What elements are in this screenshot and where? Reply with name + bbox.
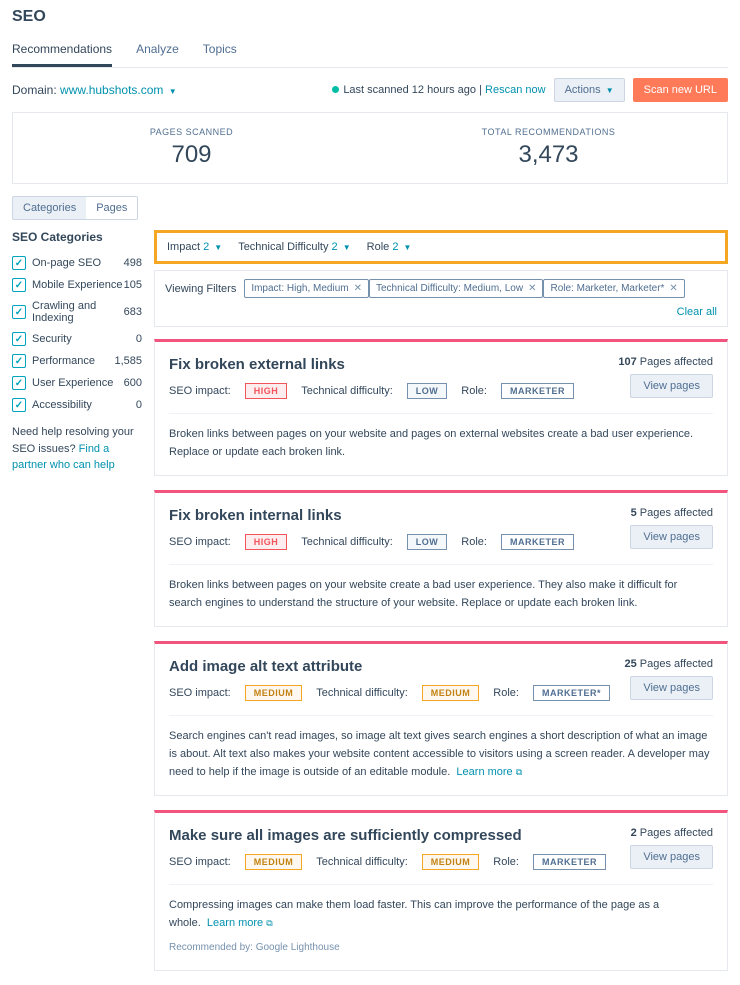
sidebar-item[interactable]: On-page SEO498 bbox=[12, 252, 142, 274]
sidebar-item[interactable]: Security0 bbox=[12, 328, 142, 350]
filter-chip: Technical Difficulty: Medium, Low ✕ bbox=[369, 279, 544, 298]
pages-affected: 25 Pages affected bbox=[625, 658, 714, 670]
filter-chip: Role: Marketer, Marketer* ✕ bbox=[543, 279, 684, 298]
sidebar-item[interactable]: Performance1,585 bbox=[12, 350, 142, 372]
view-pages-button[interactable]: View pages bbox=[630, 845, 713, 869]
recommended-by: Recommended by: Google Lighthouse bbox=[169, 940, 713, 956]
rec-description: Broken links between pages on your websi… bbox=[169, 413, 713, 461]
viewing-filters: Viewing Filters Impact: High, Medium ✕Te… bbox=[154, 270, 728, 327]
impact-badge: HIGH bbox=[245, 534, 288, 550]
checkbox-icon[interactable] bbox=[12, 278, 26, 292]
scan-status: Last scanned 12 hours ago | Rescan now bbox=[332, 84, 545, 96]
recommendation-card: Fix broken external links SEO impact: HI… bbox=[154, 339, 728, 476]
close-icon[interactable]: ✕ bbox=[354, 283, 362, 294]
filter-chip: Impact: High, Medium ✕ bbox=[244, 279, 369, 298]
filter-dropdown[interactable]: Role 2 ▼ bbox=[367, 241, 412, 253]
sidebar-help: Need help resolving your SEO issues? Fin… bbox=[12, 424, 142, 474]
rec-description: Search engines can't read images, so ima… bbox=[169, 715, 713, 781]
rec-description: Broken links between pages on your websi… bbox=[169, 564, 713, 612]
scan-new-url-button[interactable]: Scan new URL bbox=[633, 78, 728, 102]
pages-affected: 5 Pages affected bbox=[630, 507, 713, 519]
clear-all-link[interactable]: Clear all bbox=[677, 306, 717, 318]
chevron-down-icon: ▼ bbox=[404, 243, 412, 252]
impact-badge: HIGH bbox=[245, 383, 288, 399]
sidebar-item[interactable]: User Experience600 bbox=[12, 372, 142, 394]
toggle-pages[interactable]: Pages bbox=[86, 197, 137, 219]
view-pages-button[interactable]: View pages bbox=[630, 676, 713, 700]
close-icon[interactable]: ✕ bbox=[528, 283, 536, 294]
checkbox-icon[interactable] bbox=[12, 305, 26, 319]
pages-affected: 2 Pages affected bbox=[630, 827, 713, 839]
recommendation-card: Add image alt text attribute SEO impact:… bbox=[154, 641, 728, 796]
tab-topics[interactable]: Topics bbox=[203, 34, 237, 67]
total-recs-value: 3,473 bbox=[384, 141, 713, 169]
tab-recommendations[interactable]: Recommendations bbox=[12, 34, 112, 67]
chevron-down-icon: ▼ bbox=[606, 86, 614, 95]
view-toggle: Categories Pages bbox=[12, 196, 138, 220]
learn-more-link[interactable]: Learn more ⧉ bbox=[456, 766, 522, 778]
chevron-down-icon: ▼ bbox=[343, 243, 351, 252]
filter-dropdowns: Impact 2 ▼ Technical Difficulty 2 ▼ Role 2… bbox=[154, 230, 728, 264]
pages-scanned-value: 709 bbox=[27, 141, 356, 169]
view-pages-button[interactable]: View pages bbox=[630, 374, 713, 398]
status-dot-icon bbox=[332, 86, 339, 93]
page-title: SEO bbox=[12, 8, 728, 26]
difficulty-badge: MEDIUM bbox=[422, 685, 480, 701]
checkbox-icon[interactable] bbox=[12, 376, 26, 390]
chevron-down-icon: ▼ bbox=[169, 87, 177, 96]
rec-description: Compressing images can make them load fa… bbox=[169, 884, 713, 956]
domain-selector[interactable]: Domain: www.hubshots.com ▼ bbox=[12, 83, 177, 97]
rec-title: Add image alt text attribute bbox=[169, 658, 610, 675]
sidebar-title: SEO Categories bbox=[12, 230, 142, 244]
checkbox-icon[interactable] bbox=[12, 332, 26, 346]
chevron-down-icon: ▼ bbox=[214, 243, 222, 252]
external-link-icon: ⧉ bbox=[266, 918, 272, 928]
role-badge: MARKETER* bbox=[533, 685, 610, 701]
total-recs-label: TOTAL RECOMMENDATIONS bbox=[384, 127, 713, 137]
stats-panel: PAGES SCANNED 709 TOTAL RECOMMENDATIONS … bbox=[12, 112, 728, 184]
sidebar-item[interactable]: Accessibility0 bbox=[12, 394, 142, 416]
rec-title: Make sure all images are sufficiently co… bbox=[169, 827, 606, 844]
checkbox-icon[interactable] bbox=[12, 354, 26, 368]
sidebar-item[interactable]: Crawling and Indexing683 bbox=[12, 296, 142, 328]
toggle-categories[interactable]: Categories bbox=[13, 197, 86, 219]
tabs: Recommendations Analyze Topics bbox=[12, 34, 728, 68]
role-badge: MARKETER bbox=[533, 854, 606, 870]
role-badge: MARKETER bbox=[501, 534, 574, 550]
filter-dropdown[interactable]: Technical Difficulty 2 ▼ bbox=[238, 241, 350, 253]
pages-scanned-label: PAGES SCANNED bbox=[27, 127, 356, 137]
sidebar: SEO Categories On-page SEO498Mobile Expe… bbox=[12, 230, 142, 985]
checkbox-icon[interactable] bbox=[12, 256, 26, 270]
difficulty-badge: LOW bbox=[407, 383, 448, 399]
filter-dropdown[interactable]: Impact 2 ▼ bbox=[167, 241, 222, 253]
pages-affected: 107 Pages affected bbox=[618, 356, 713, 368]
recommendation-card: Fix broken internal links SEO impact: HI… bbox=[154, 490, 728, 627]
learn-more-link[interactable]: Learn more ⧉ bbox=[207, 917, 273, 929]
impact-badge: MEDIUM bbox=[245, 854, 303, 870]
main-content: Impact 2 ▼ Technical Difficulty 2 ▼ Role 2… bbox=[154, 230, 728, 985]
sidebar-item[interactable]: Mobile Experience105 bbox=[12, 274, 142, 296]
rescan-link[interactable]: Rescan now bbox=[485, 84, 546, 96]
external-link-icon: ⧉ bbox=[516, 767, 522, 777]
actions-button[interactable]: Actions ▼ bbox=[554, 78, 625, 102]
rec-title: Fix broken external links bbox=[169, 356, 574, 373]
difficulty-badge: LOW bbox=[407, 534, 448, 550]
checkbox-icon[interactable] bbox=[12, 398, 26, 412]
role-badge: MARKETER bbox=[501, 383, 574, 399]
difficulty-badge: MEDIUM bbox=[422, 854, 480, 870]
impact-badge: MEDIUM bbox=[245, 685, 303, 701]
recommendation-card: Make sure all images are sufficiently co… bbox=[154, 810, 728, 971]
rec-title: Fix broken internal links bbox=[169, 507, 574, 524]
close-icon[interactable]: ✕ bbox=[669, 283, 677, 294]
tab-analyze[interactable]: Analyze bbox=[136, 34, 179, 67]
view-pages-button[interactable]: View pages bbox=[630, 525, 713, 549]
